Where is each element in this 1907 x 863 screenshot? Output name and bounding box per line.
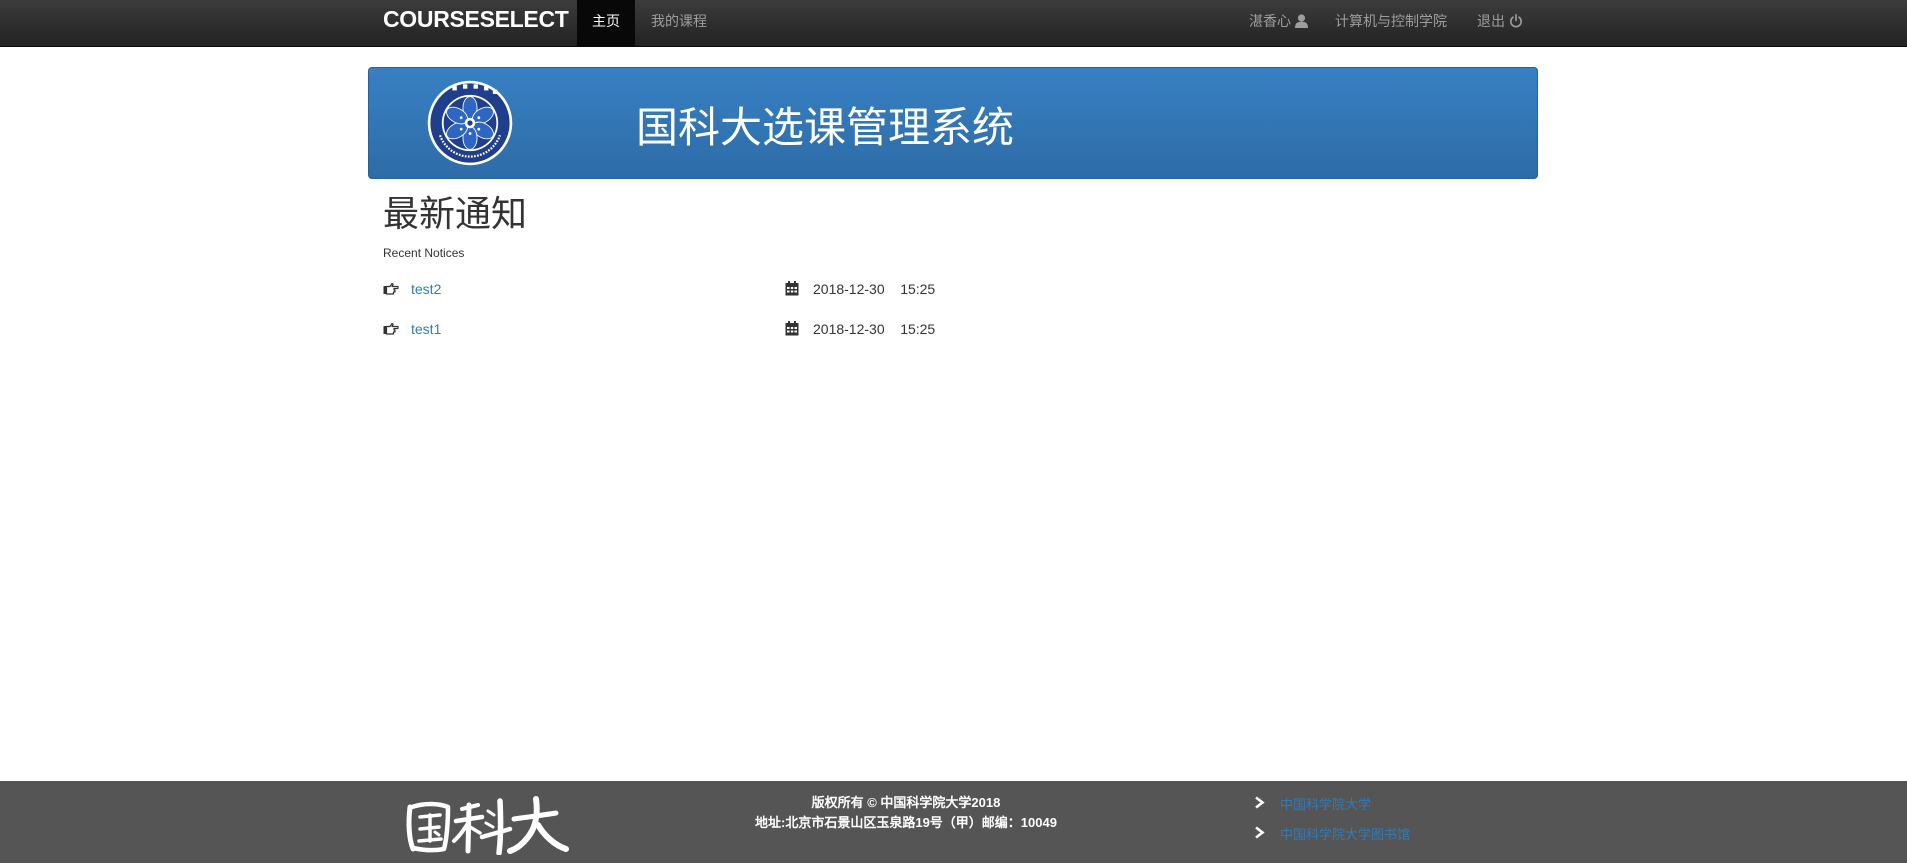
nav-user-menu[interactable]: 湛香心 — [1249, 0, 1308, 47]
notice-row: test2 2018-12-30 15:25 — [383, 278, 1083, 302]
hand-right-icon — [383, 322, 399, 335]
power-icon — [1509, 13, 1522, 28]
nav-item-my-courses[interactable]: 我的课程 — [651, 0, 707, 47]
notice-datetime: 2018-12-30 15:25 — [813, 321, 935, 337]
brand-logo[interactable]: COURSESELECT — [383, 6, 569, 33]
chevron-right-icon — [1255, 796, 1265, 809]
footer-link-ucas[interactable]: 中国科学院大学 — [1280, 794, 1371, 813]
page-title: 国科大选课管理系统 — [636, 103, 1015, 152]
user-name: 湛香心 — [1249, 13, 1291, 29]
notice-link[interactable]: test2 — [411, 281, 441, 297]
logout-button[interactable]: 退出 — [1477, 0, 1523, 47]
notice-row: test1 2018-12-30 15:25 — [383, 318, 1083, 342]
top-navbar: COURSESELECT 主页 我的课程 湛香心 计算机与控制学院 退出 — [0, 0, 1907, 47]
nav-department[interactable]: 计算机与控制学院 — [1335, 0, 1447, 47]
calendar-icon — [785, 321, 799, 336]
notice-time: 15:25 — [900, 281, 936, 297]
ucas-calligraphy-logo — [406, 796, 569, 855]
calendar-icon — [785, 281, 799, 296]
nav-item-home[interactable]: 主页 — [577, 0, 635, 47]
logout-label: 退出 — [1477, 13, 1505, 29]
cas-emblem-icon — [427, 80, 513, 166]
notices-subheading: Recent Notices — [383, 246, 465, 260]
user-icon — [1294, 14, 1308, 28]
address-text: 地址:北京市石景山区玉泉路19号（甲）邮编：10049 — [755, 815, 1057, 830]
notice-datetime: 2018-12-30 15:25 — [813, 281, 935, 297]
copyright-text: 版权所有 © 中国科学院大学2018 — [811, 795, 1001, 810]
notice-time: 15:25 — [900, 321, 936, 337]
notice-link[interactable]: test1 — [411, 321, 441, 337]
hand-right-icon — [383, 282, 399, 295]
header-banner: 国科大选课管理系统 — [368, 67, 1538, 179]
chevron-right-icon — [1255, 826, 1265, 839]
footer-copyright: 版权所有 © 中国科学院大学2018 地址:北京市石景山区玉泉路19号（甲）邮编… — [700, 793, 1112, 833]
notices-heading: 最新通知 — [383, 194, 528, 235]
notice-date: 2018-12-30 — [813, 281, 885, 297]
navbar-container: COURSESELECT 主页 我的课程 湛香心 计算机与控制学院 退出 — [368, 0, 1538, 47]
footer-link-ucas-library[interactable]: 中国科学院大学图书馆 — [1280, 824, 1410, 843]
notice-date: 2018-12-30 — [813, 321, 885, 337]
page-footer: 版权所有 © 中国科学院大学2018 地址:北京市石景山区玉泉路19号（甲）邮编… — [0, 781, 1907, 863]
